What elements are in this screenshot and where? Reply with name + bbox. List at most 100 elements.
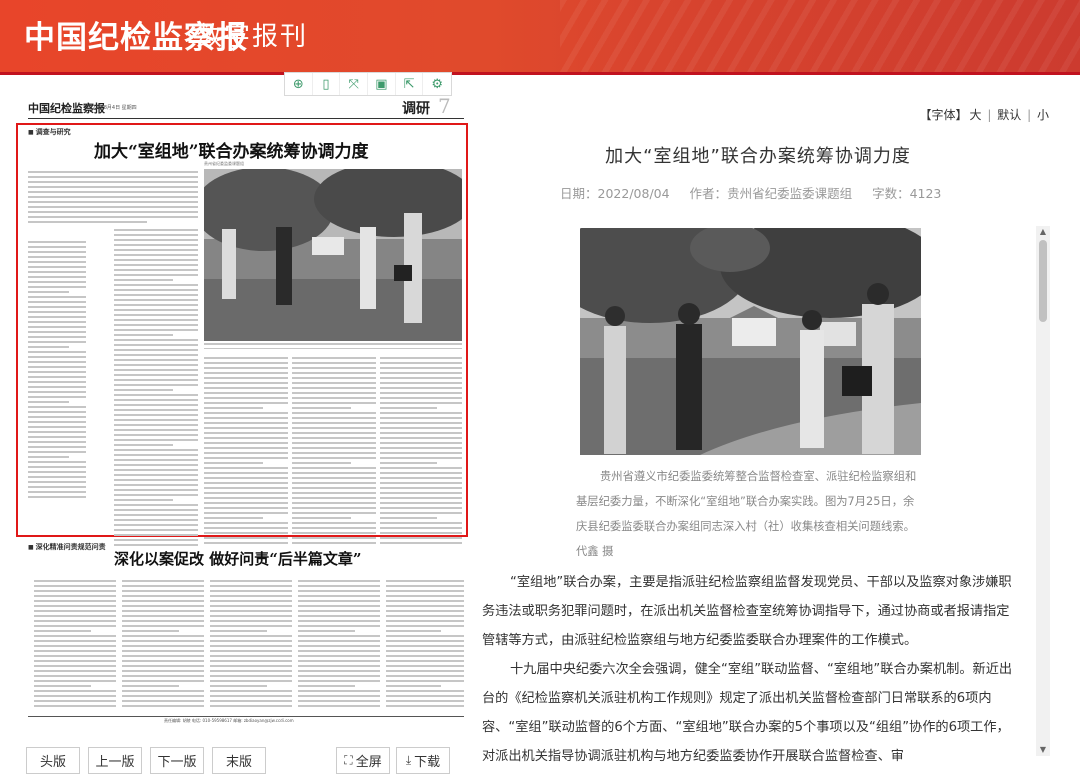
text-line-placeholder [204, 392, 288, 394]
scroll-down-icon[interactable]: ▼ [1036, 744, 1050, 756]
text-line-placeholder [28, 451, 86, 453]
text-line-placeholder [114, 419, 198, 421]
text-line-placeholder [28, 336, 86, 338]
text-line-placeholder [122, 675, 204, 677]
text-line-placeholder [122, 695, 204, 697]
text-line-placeholder [28, 311, 86, 313]
selected-article-region[interactable]: 调查与研究 加大“室组地”联合办案统筹协调力度 贵州省纪委监委课题组 [16, 123, 468, 546]
text-line-placeholder [210, 600, 292, 602]
next-page-button[interactable]: 下一版 [150, 747, 204, 774]
text-line-placeholder [34, 685, 92, 687]
text-line-placeholder [204, 452, 288, 454]
text-line-placeholder [380, 527, 462, 529]
text-line-placeholder [210, 695, 292, 697]
font-large-link[interactable]: 大 [970, 108, 982, 122]
article-a-headline: 加大“室组地”联合办案统筹协调力度 [94, 142, 369, 162]
prev-page-button[interactable]: 上一版 [88, 747, 142, 774]
text-line-placeholder [386, 600, 464, 602]
text-line-placeholder [28, 241, 86, 243]
text-line-placeholder [114, 264, 198, 266]
article-b-column-3 [210, 580, 292, 710]
text-line-placeholder [386, 655, 464, 657]
scroll-up-icon[interactable]: ▲ [1036, 226, 1050, 238]
text-line-placeholder [28, 301, 86, 303]
save-icon[interactable]: ▣ [368, 73, 396, 95]
text-line-placeholder [292, 457, 376, 459]
fullscreen-button[interactable]: ⛶ 全屏 [336, 747, 390, 774]
settings-icon[interactable]: ⚙ [423, 73, 451, 95]
share-icon[interactable]: ⇱ [396, 73, 424, 95]
text-line-placeholder [298, 675, 380, 677]
font-default-link[interactable]: 默认 [997, 108, 1021, 122]
text-line-placeholder [298, 600, 380, 602]
text-line-placeholder [292, 477, 376, 479]
text-line-placeholder [210, 650, 292, 652]
text-line-placeholder [34, 595, 116, 597]
last-page-button[interactable]: 末版 [212, 747, 266, 774]
download-button[interactable]: ⤓ 下载 [396, 747, 450, 774]
text-line-placeholder [34, 665, 116, 667]
text-line-placeholder [380, 522, 462, 524]
text-line-placeholder [210, 610, 292, 612]
text-line-placeholder [114, 229, 198, 231]
text-line-placeholder [28, 471, 86, 473]
text-line-placeholder [386, 675, 464, 677]
text-line-placeholder [28, 356, 86, 358]
text-line-placeholder [122, 590, 204, 592]
text-line-placeholder [298, 585, 380, 587]
text-line-placeholder [210, 675, 292, 677]
text-line-placeholder [28, 346, 69, 348]
text-line-placeholder [114, 284, 198, 286]
article-b-column-5 [386, 580, 464, 710]
text-line-placeholder [380, 457, 462, 459]
header-divider [0, 72, 1080, 75]
text-line-placeholder [204, 402, 288, 404]
fit-icon[interactable]: ⤧ [340, 73, 369, 95]
text-line-placeholder [122, 630, 180, 632]
text-line-placeholder [386, 590, 464, 592]
text-line-placeholder [34, 635, 116, 637]
text-line-placeholder [292, 467, 376, 469]
text-line-placeholder [298, 670, 380, 672]
text-line-placeholder [380, 492, 462, 494]
text-line-placeholder [204, 492, 288, 494]
text-line-placeholder [292, 472, 376, 474]
first-page-button[interactable]: 头版 [26, 747, 80, 774]
text-line-placeholder [380, 452, 462, 454]
text-line-placeholder [114, 354, 198, 356]
text-line-placeholder [386, 615, 464, 617]
text-line-placeholder [210, 615, 292, 617]
text-line-placeholder [34, 620, 116, 622]
text-line-placeholder [386, 635, 464, 637]
zoom-icon[interactable]: ⊕ [285, 73, 313, 95]
text-line-placeholder [204, 457, 288, 459]
page-icon[interactable]: ▯ [313, 73, 341, 95]
article-a-tag: 调查与研究 [28, 127, 71, 137]
text-line-placeholder [292, 497, 376, 499]
text-line-placeholder [386, 630, 441, 632]
text-line-placeholder [210, 595, 292, 597]
text-line-placeholder [28, 331, 86, 333]
text-line-placeholder [114, 324, 198, 326]
text-line-placeholder [380, 542, 462, 544]
article-a-column-2 [114, 229, 198, 549]
font-small-link[interactable]: 小 [1037, 108, 1049, 122]
text-line-placeholder [114, 269, 198, 271]
text-line-placeholder [28, 276, 86, 278]
article-a-column-3 [204, 357, 288, 547]
article-scrollbar[interactable]: ▲ ▼ [1036, 226, 1050, 756]
text-line-placeholder [204, 527, 288, 529]
text-line-placeholder [34, 675, 116, 677]
text-line-placeholder [28, 376, 86, 378]
text-line-placeholder [292, 537, 376, 539]
text-line-placeholder [298, 605, 380, 607]
text-line-placeholder [380, 467, 462, 469]
masthead-rule [28, 118, 464, 119]
text-line-placeholder [298, 625, 380, 627]
text-line-placeholder [28, 491, 86, 493]
text-line-placeholder [204, 372, 288, 374]
text-line-placeholder [204, 397, 288, 399]
article-b-headline[interactable]: 深化以案促改 做好问责“后半篇文章” [114, 548, 361, 569]
fullscreen-label: 全屏 [355, 755, 382, 770]
scroll-thumb[interactable] [1039, 240, 1047, 322]
